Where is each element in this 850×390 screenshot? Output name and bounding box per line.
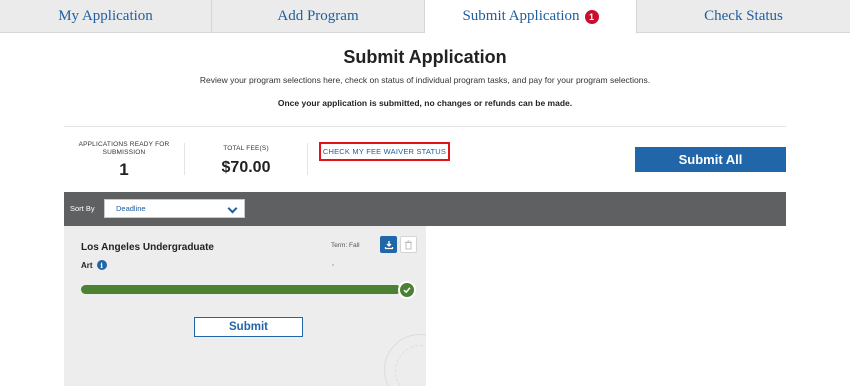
program-card: Los Angeles Undergraduate Art i Term: Fa… [64, 226, 426, 386]
total-fee-amount: $70.00 [221, 159, 271, 176]
submission-warning: Once your application is submitted, no c… [277, 98, 573, 108]
program-term: Term: Fall [331, 242, 360, 249]
checkmark-icon [398, 281, 416, 299]
delete-button[interactable] [400, 236, 417, 253]
sort-selected-value: Deadline [116, 204, 146, 213]
trash-icon [405, 240, 412, 249]
notification-badge: 1 [584, 9, 599, 24]
tab-my-application[interactable]: My Application [0, 0, 212, 33]
divider [64, 126, 786, 127]
download-icon [384, 240, 393, 249]
program-name: Los Angeles Undergraduate [81, 242, 214, 253]
sort-bar: Sort By Deadline [64, 192, 786, 226]
program-subject: Art [81, 260, 93, 270]
tab-label: Add Program [277, 8, 359, 24]
seal-watermark [384, 334, 426, 386]
download-button[interactable] [380, 236, 397, 253]
divider [307, 143, 308, 175]
progress-bar [81, 285, 401, 294]
page-intro: Review your program selections here, che… [199, 75, 651, 85]
page-title: Submit Application [343, 47, 507, 67]
submit-button[interactable]: Submit [194, 317, 303, 337]
tab-submit-application[interactable]: Submit Application 1 [425, 0, 637, 34]
divider [332, 264, 334, 266]
tab-label: Submit Application [462, 8, 580, 24]
tab-label: My Application [58, 8, 153, 24]
total-fee-summary: TOTAL FEE(S) $70.00 [196, 145, 296, 177]
info-icon[interactable]: i [96, 260, 107, 270]
tab-check-status[interactable]: Check Status [637, 0, 850, 33]
divider [184, 143, 185, 175]
fee-waiver-status-link[interactable]: CHECK MY FEE WAIVER STATUS [319, 142, 450, 161]
total-fee-label: TOTAL FEE(S) [223, 145, 269, 152]
applications-ready-count: 1 [119, 160, 129, 179]
submit-all-button[interactable]: Submit All [635, 147, 786, 172]
applications-ready-label: APPLICATIONS READY FOR SUBMISSION [78, 141, 170, 156]
program-subject-row: Art i [81, 260, 107, 270]
chevron-down-icon [227, 203, 238, 214]
tab-bar: My Application Add Program Submit Applic… [0, 0, 850, 34]
tab-label: Check Status [704, 8, 783, 24]
sort-select[interactable]: Deadline [104, 199, 245, 218]
tab-add-program[interactable]: Add Program [212, 0, 425, 33]
sort-label: Sort By [70, 204, 95, 213]
applications-ready-summary: APPLICATIONS READY FOR SUBMISSION 1 [78, 141, 170, 180]
